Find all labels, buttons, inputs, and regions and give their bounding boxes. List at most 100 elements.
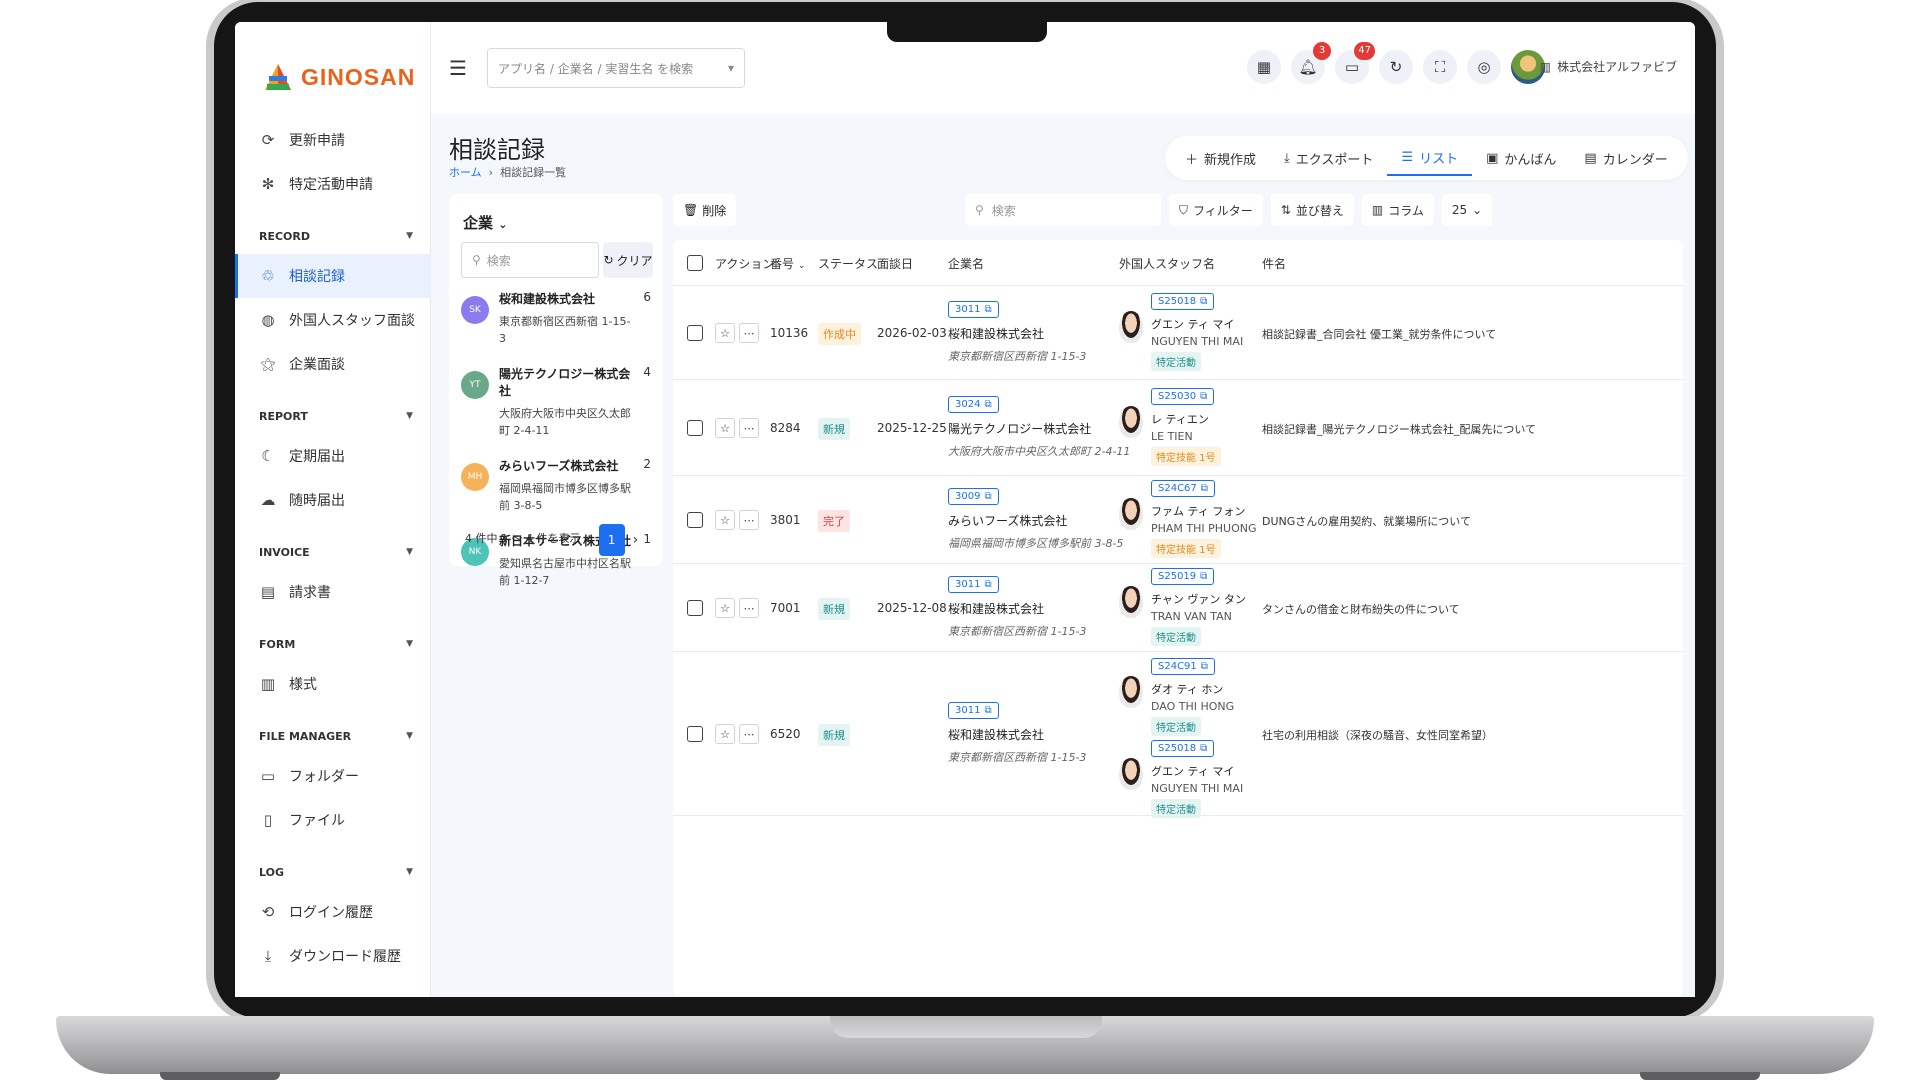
row-checkbox[interactable] (687, 726, 703, 742)
refresh-icon[interactable]: ↻ (1379, 50, 1413, 84)
staff-code-tag[interactable]: S25030 ⧉ (1151, 388, 1215, 405)
global-search-input[interactable]: アプリ名 / 企業名 / 実習生名 を検索 ▾ (487, 48, 745, 88)
company-code-tag[interactable]: 3011 ⧉ (948, 702, 999, 719)
sidebar-item[interactable]: ♲ 相談記録 (235, 254, 431, 298)
staff-name: グエン ティ マイ (1151, 765, 1235, 778)
page-size-select[interactable]: 25 ⌄ (1441, 194, 1493, 226)
subject[interactable]: 相談記録書_陽光テクノロジー株式会社_配属先について (1262, 421, 1682, 437)
table-row[interactable]: ☆ ⋯ 8284 新規 2025-12-25 3024 ⧉ 陽光テクノロジー株式会社 大阪府大阪… (673, 380, 1683, 476)
tab-list[interactable]: ☰ リスト (1387, 140, 1473, 176)
sidebar-item[interactable]: ▤ 請求書 (235, 570, 431, 614)
clear-button[interactable]: ↻ クリア (603, 242, 653, 278)
sidebar-item[interactable]: ⚝ 企業面談 (235, 342, 431, 386)
page-button-current[interactable]: 1 (598, 524, 625, 556)
bell-icon[interactable]: 🔔︎ 3 (1291, 42, 1331, 84)
row-checkbox[interactable] (687, 600, 703, 616)
header-number[interactable]: 番号 ⌄ (770, 255, 805, 272)
company-list-item[interactable]: YT 陽光テクノロジー株式会社 大阪府大阪市中央区久太郎町 2-4-11 4 (449, 365, 663, 439)
sidebar-item[interactable]: ☾ 定期届出 (235, 434, 431, 478)
filter-button-label: フィルター (1193, 203, 1253, 218)
staff-code-tag[interactable]: S25019 ⧉ (1151, 568, 1215, 585)
table-search-input[interactable]: ⚲ 検索 (965, 194, 1161, 226)
subject[interactable]: DUNGさんの雇用契約、就業場所について (1262, 513, 1682, 529)
sort-button[interactable]: ⇅ 並び替え (1270, 194, 1354, 226)
sidebar-section-header[interactable]: FILE MANAGER ▼ (235, 718, 431, 754)
row-checkbox[interactable] (687, 512, 703, 528)
more-icon[interactable]: ⋯ (739, 724, 759, 744)
company-panel-title[interactable]: 企業 ⌄ (463, 212, 507, 233)
more-icon[interactable]: ⋯ (739, 323, 759, 343)
table-row[interactable]: ☆ ⋯ 3801 完了 3009 ⧉ みらいフーズ株式会社 福岡県福岡市博多区博多駅前 3-8… (673, 476, 1683, 564)
subject[interactable]: 相談記録書_合同会社 優工業_就労条件について (1262, 326, 1682, 342)
subject[interactable]: タンさんの借金と財布紛失の件について (1262, 601, 1682, 617)
global-search-placeholder: アプリ名 / 企業名 / 実習生名 を検索 (498, 61, 694, 76)
message-icon[interactable]: ▭ 47 (1335, 42, 1375, 84)
sidebar-section-header[interactable]: LOG ▼ (235, 854, 431, 890)
star-icon[interactable]: ☆ (715, 323, 735, 343)
star-icon[interactable]: ☆ (715, 510, 735, 530)
chevron-left-icon[interactable]: ‹ (585, 532, 591, 548)
sidebar-item[interactable]: ⟲ ログイン履歴 (235, 890, 431, 934)
more-icon[interactable]: ⋯ (739, 418, 759, 438)
company-name[interactable]: 桜和建設株式会社 (948, 600, 1086, 617)
star-icon[interactable]: ☆ (715, 724, 735, 744)
sidebar-item[interactable]: ⟳ 更新申請 (235, 118, 431, 162)
company-name[interactable]: 桜和建設株式会社 (948, 726, 1086, 743)
apps-grid-icon[interactable]: ▦ (1247, 50, 1281, 84)
table-row[interactable]: ☆ ⋯ 10136 作成中 2026-02-03 3011 ⧉ 桜和建設株式会社 東京都新宿区西… (673, 286, 1683, 380)
tab-kanban[interactable]: ▣ かんばん (1472, 140, 1570, 176)
star-icon[interactable]: ☆ (715, 598, 735, 618)
sidebar-item[interactable]: ◍ 外国人スタッフ面談 (235, 298, 431, 342)
help-icon[interactable]: ◎ (1467, 50, 1501, 84)
fullscreen-icon[interactable]: ⛶ (1423, 50, 1457, 84)
breadcrumb-home[interactable]: ホーム (449, 166, 482, 179)
staff-code-tag[interactable]: S24C67 ⧉ (1151, 480, 1215, 497)
row-checkbox[interactable] (687, 420, 703, 436)
sidebar-item[interactable]: ⤓ ダウンロード履歴 (235, 934, 431, 978)
external-link-icon: ⧉ (984, 399, 992, 410)
staff-code-tag[interactable]: S25018 ⧉ (1151, 740, 1215, 757)
company-name[interactable]: 桜和建設株式会社 (948, 325, 1086, 342)
new-button[interactable]: ＋ 新規作成 (1171, 140, 1270, 176)
filter-button[interactable]: ⛉ フィルター (1169, 194, 1263, 226)
sidebar-item[interactable]: ▥ 様式 (235, 662, 431, 706)
sidebar-item[interactable]: ☁ 随時届出 (235, 478, 431, 522)
table-row[interactable]: ☆ ⋯ 6520 新規 3011 ⧉ 桜和建設株式会社 東京都新宿区西新宿 1-15-3 S24… (673, 652, 1683, 818)
hamburger-menu-icon[interactable]: ☰ (449, 56, 467, 80)
sidebar-section-header[interactable]: RECORD ▼ (235, 218, 431, 254)
sidebar-section-header[interactable]: FORM ▼ (235, 626, 431, 662)
sidebar-section-header[interactable]: INVOICE ▼ (235, 534, 431, 570)
export-button[interactable]: ⤓ エクスポート (1270, 140, 1387, 176)
star-icon[interactable]: ☆ (715, 418, 735, 438)
staff-code-tag[interactable]: S25018 ⧉ (1151, 293, 1215, 310)
sidebar-section-header[interactable]: REPORT ▼ (235, 398, 431, 434)
chevron-right-icon[interactable]: › (633, 532, 639, 548)
company-list-item[interactable]: SK 桜和建設株式会社 東京都新宿区西新宿 1-15-3 6 (449, 290, 663, 347)
table-row[interactable]: ☆ ⋯ 7001 新規 2025-12-08 3011 ⧉ 桜和建設株式会社 東京都新宿区西新宿… (673, 564, 1683, 652)
delete-button[interactable]: 🗑︎ 削除 (673, 194, 737, 226)
sidebar-item[interactable]: ▯ ファイル (235, 798, 431, 842)
staff-code-tag[interactable]: S24C91 ⧉ (1151, 658, 1215, 675)
staff-cell: S25019 ⧉ チャン ヴァン タン TRAN VAN TAN 特定活動 (1119, 568, 1246, 646)
company-code-tag[interactable]: 3024 ⧉ (948, 396, 999, 413)
company-code-tag[interactable]: 3009 ⧉ (948, 488, 999, 505)
company-code-tag[interactable]: 3011 ⧉ (948, 576, 999, 593)
sidebar-item[interactable]: ▭ フォルダー (235, 754, 431, 798)
more-icon[interactable]: ⋯ (739, 598, 759, 618)
tab-calendar[interactable]: ▤ カレンダー (1570, 140, 1681, 176)
logo[interactable]: GINOSAN (263, 62, 415, 92)
company-code: 3011 (955, 304, 981, 315)
company-switcher[interactable]: ▥ 株式会社アルファビブ (1540, 58, 1677, 75)
row-checkbox[interactable] (687, 325, 703, 341)
subject[interactable]: 社宅の利用相談（深夜の騒音、女性同室希望） (1262, 727, 1682, 743)
company-name[interactable]: 陽光テクノロジー株式会社 (948, 420, 1130, 437)
sidebar-item[interactable]: ✻ 特定活動申請 (235, 162, 431, 206)
company-search-input[interactable]: ⚲ 検索 (461, 242, 599, 278)
staff-name: グエン ティ マイ (1151, 318, 1235, 331)
company-name[interactable]: みらいフーズ株式会社 (948, 512, 1123, 529)
column-button[interactable]: ▥ コラム (1361, 194, 1434, 226)
select-all-checkbox[interactable] (687, 255, 703, 271)
company-list-item[interactable]: MH みらいフーズ株式会社 福岡県福岡市博多区博多駅前 3-8-5 2 (449, 457, 663, 514)
more-icon[interactable]: ⋯ (739, 510, 759, 530)
company-code-tag[interactable]: 3011 ⧉ (948, 301, 999, 318)
